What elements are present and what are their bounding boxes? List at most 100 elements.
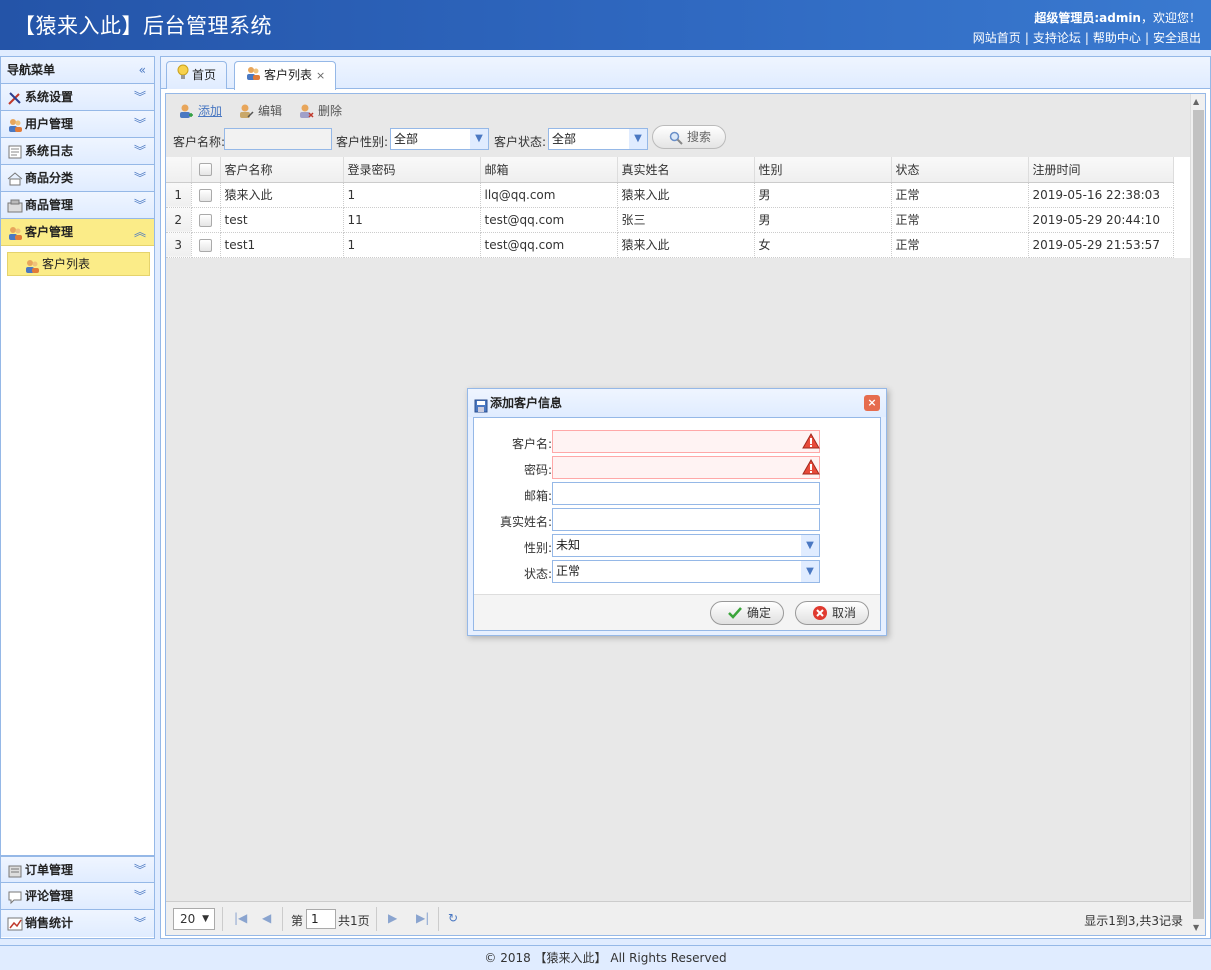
status-select[interactable]: 正常 ▼ <box>552 560 820 583</box>
confirm-button[interactable]: 确定 <box>710 601 785 625</box>
gender-select-value: 全部 <box>394 132 419 146</box>
sidebar-subpanel: 客户列表 <box>1 246 154 856</box>
chevron-down-icon: ▼ <box>202 914 209 924</box>
cell-registered: 2019-05-29 21:53:57 <box>1028 232 1174 258</box>
cell-gender: 男 <box>754 207 892 233</box>
dialog-form: 客户名: 密码: 邮箱: 真实姓名: 性别: 未知 ▼ 状态: 正常 ▼ 确定 取消 <box>473 417 881 631</box>
sidebar-item-system-settings[interactable]: 系统设置 ︾ <box>1 84 154 111</box>
cell-password: 1 <box>343 232 481 258</box>
link-help[interactable]: 帮助中心 <box>1093 31 1141 45</box>
vertical-scrollbar[interactable]: ▲ ▼ <box>1190 94 1205 935</box>
tab-home[interactable]: 首页 <box>166 61 228 89</box>
row-checkbox[interactable] <box>191 207 221 233</box>
table-row[interactable]: 3 test1 1 test@qq.com 猿来入此 女 正常 2019-05-… <box>166 232 1174 258</box>
chevron-down-icon: ︾ <box>133 171 146 185</box>
email-field-label: 邮箱: <box>523 489 552 503</box>
first-page-icon[interactable]: |◀ <box>234 911 247 925</box>
cell-name: test1 <box>220 232 344 258</box>
chart-icon <box>7 915 23 931</box>
collapse-sidebar-icon[interactable]: « <box>139 57 146 84</box>
app-header: 【猿来入此】后台管理系统 超级管理员:admin，欢迎您！ 网站首页 | 支持论坛 |… <box>0 0 1211 50</box>
sidebar-item-label: 系统设置 <box>25 90 74 104</box>
link-logout[interactable]: 安全退出 <box>1153 31 1201 45</box>
search-button[interactable]: 搜索 <box>652 125 727 152</box>
sidebar-item-sales-stats[interactable]: 销售统计 ︾ <box>1 910 154 937</box>
link-forum[interactable]: 支持论坛 <box>1033 31 1081 45</box>
cell-status: 正常 <box>891 182 1029 208</box>
cell-registered: 2019-05-16 22:38:03 <box>1028 182 1174 208</box>
sidebar-item-user-management[interactable]: 用户管理 ︾ <box>1 111 154 138</box>
dialog-close-icon[interactable]: × <box>864 395 880 411</box>
delete-label: 删除 <box>318 104 343 118</box>
confirm-button-label: 确定 <box>747 606 772 620</box>
sidebar-item-label: 客户管理 <box>25 225 74 239</box>
table-row[interactable]: 1 猿来入此 1 llq@qq.com 猿来入此 男 正常 2019-05-16… <box>166 182 1174 208</box>
sidebar-item-goods-category[interactable]: 商品分类 ︾ <box>1 165 154 192</box>
tab-bar: 首页 客户列表 × <box>161 57 1210 90</box>
gender-field-label: 性别: <box>523 541 552 555</box>
tools-icon <box>7 89 23 105</box>
grid-header-row: 客户名称 登录密码 邮箱 真实姓名 性别 状态 注册时间 <box>166 157 1174 183</box>
page-number-input[interactable]: 1 <box>306 909 336 929</box>
close-icon[interactable]: × <box>316 69 325 82</box>
add-customer-dialog: 添加客户信息 × 客户名: 密码: 邮箱: 真实姓名: 性别: 未知 ▼ 状态: … <box>467 388 887 636</box>
tab-customer-list[interactable]: 客户列表 × <box>234 61 337 90</box>
customer-name-search-input[interactable] <box>224 128 332 150</box>
gender-select[interactable]: 未知 ▼ <box>552 534 820 557</box>
welcome-rest: ，欢迎您！ <box>1140 11 1201 25</box>
next-page-icon[interactable]: ▶ <box>388 911 397 925</box>
chevron-down-icon: ︾ <box>133 889 146 903</box>
header-links: 网站首页 | 支持论坛 | 帮助中心 | 安全退出 <box>972 31 1201 45</box>
real-name-field[interactable] <box>552 508 820 531</box>
column-header-email[interactable]: 邮箱 <box>480 157 618 183</box>
chevron-down-icon: ︾ <box>133 916 146 930</box>
scroll-down-icon[interactable]: ▼ <box>1193 923 1199 932</box>
customer-name-field-label: 客户名: <box>511 437 552 451</box>
customer-status-select[interactable]: 全部 ▼ <box>548 128 648 150</box>
column-header-password[interactable]: 登录密码 <box>343 157 481 183</box>
sidebar-item-order-management[interactable]: 订单管理 ︾ <box>1 856 154 883</box>
cell-real-name: 张三 <box>617 207 755 233</box>
email-field[interactable] <box>552 482 820 505</box>
sidebar-item-comment-management[interactable]: 评论管理 ︾ <box>1 883 154 910</box>
form-row-real-name: 真实姓名: <box>474 508 882 532</box>
refresh-icon[interactable]: ↻ <box>448 911 458 925</box>
cell-password: 1 <box>343 182 481 208</box>
customer-gender-label: 客户性别: <box>336 135 389 149</box>
table-row[interactable]: 2 test 11 test@qq.com 张三 男 正常 2019-05-29… <box>166 207 1174 233</box>
edit-button[interactable]: 编辑 <box>238 100 282 122</box>
delete-button[interactable]: 删除 <box>298 100 342 122</box>
sidebar-item-system-log[interactable]: 系统日志 ︾ <box>1 138 154 165</box>
dialog-footer: 确定 取消 <box>474 594 880 630</box>
cancel-button[interactable]: 取消 <box>795 601 870 625</box>
cell-gender: 男 <box>754 182 892 208</box>
sidebar-item-customer-management[interactable]: 客户管理 ︽ <box>1 219 154 246</box>
select-all-checkbox[interactable] <box>191 157 221 183</box>
sidebar-item-goods-management[interactable]: 商品管理 ︾ <box>1 192 154 219</box>
last-page-icon[interactable]: ▶| <box>416 911 429 925</box>
comment-icon <box>7 888 23 904</box>
sidebar-item-label: 评论管理 <box>25 889 74 903</box>
cell-name: test <box>220 207 344 233</box>
page-size-select[interactable]: 20 ▼ <box>173 908 215 930</box>
edit-label: 编辑 <box>258 104 283 118</box>
scroll-up-icon[interactable]: ▲ <box>1193 97 1199 106</box>
column-header-registered[interactable]: 注册时间 <box>1028 157 1174 183</box>
column-header-gender[interactable]: 性别 <box>754 157 892 183</box>
search-icon <box>669 130 683 152</box>
dialog-header[interactable]: 添加客户信息 × <box>468 389 886 417</box>
customer-gender-select[interactable]: 全部 ▼ <box>390 128 489 150</box>
row-checkbox[interactable] <box>191 232 221 258</box>
scrollbar-thumb[interactable] <box>1193 110 1204 919</box>
column-header-real-name[interactable]: 真实姓名 <box>617 157 755 183</box>
column-header-status[interactable]: 状态 <box>891 157 1029 183</box>
column-header-name[interactable]: 客户名称 <box>220 157 344 183</box>
password-field[interactable] <box>552 456 820 479</box>
link-site-home[interactable]: 网站首页 <box>973 31 1021 45</box>
add-button[interactable]: 添加 <box>178 100 222 122</box>
category-icon <box>7 170 23 186</box>
row-checkbox[interactable] <box>191 182 221 208</box>
prev-page-icon[interactable]: ◀ <box>262 911 271 925</box>
sidebar-subitem-customer-list[interactable]: 客户列表 <box>7 252 150 276</box>
customer-name-field[interactable] <box>552 430 820 453</box>
